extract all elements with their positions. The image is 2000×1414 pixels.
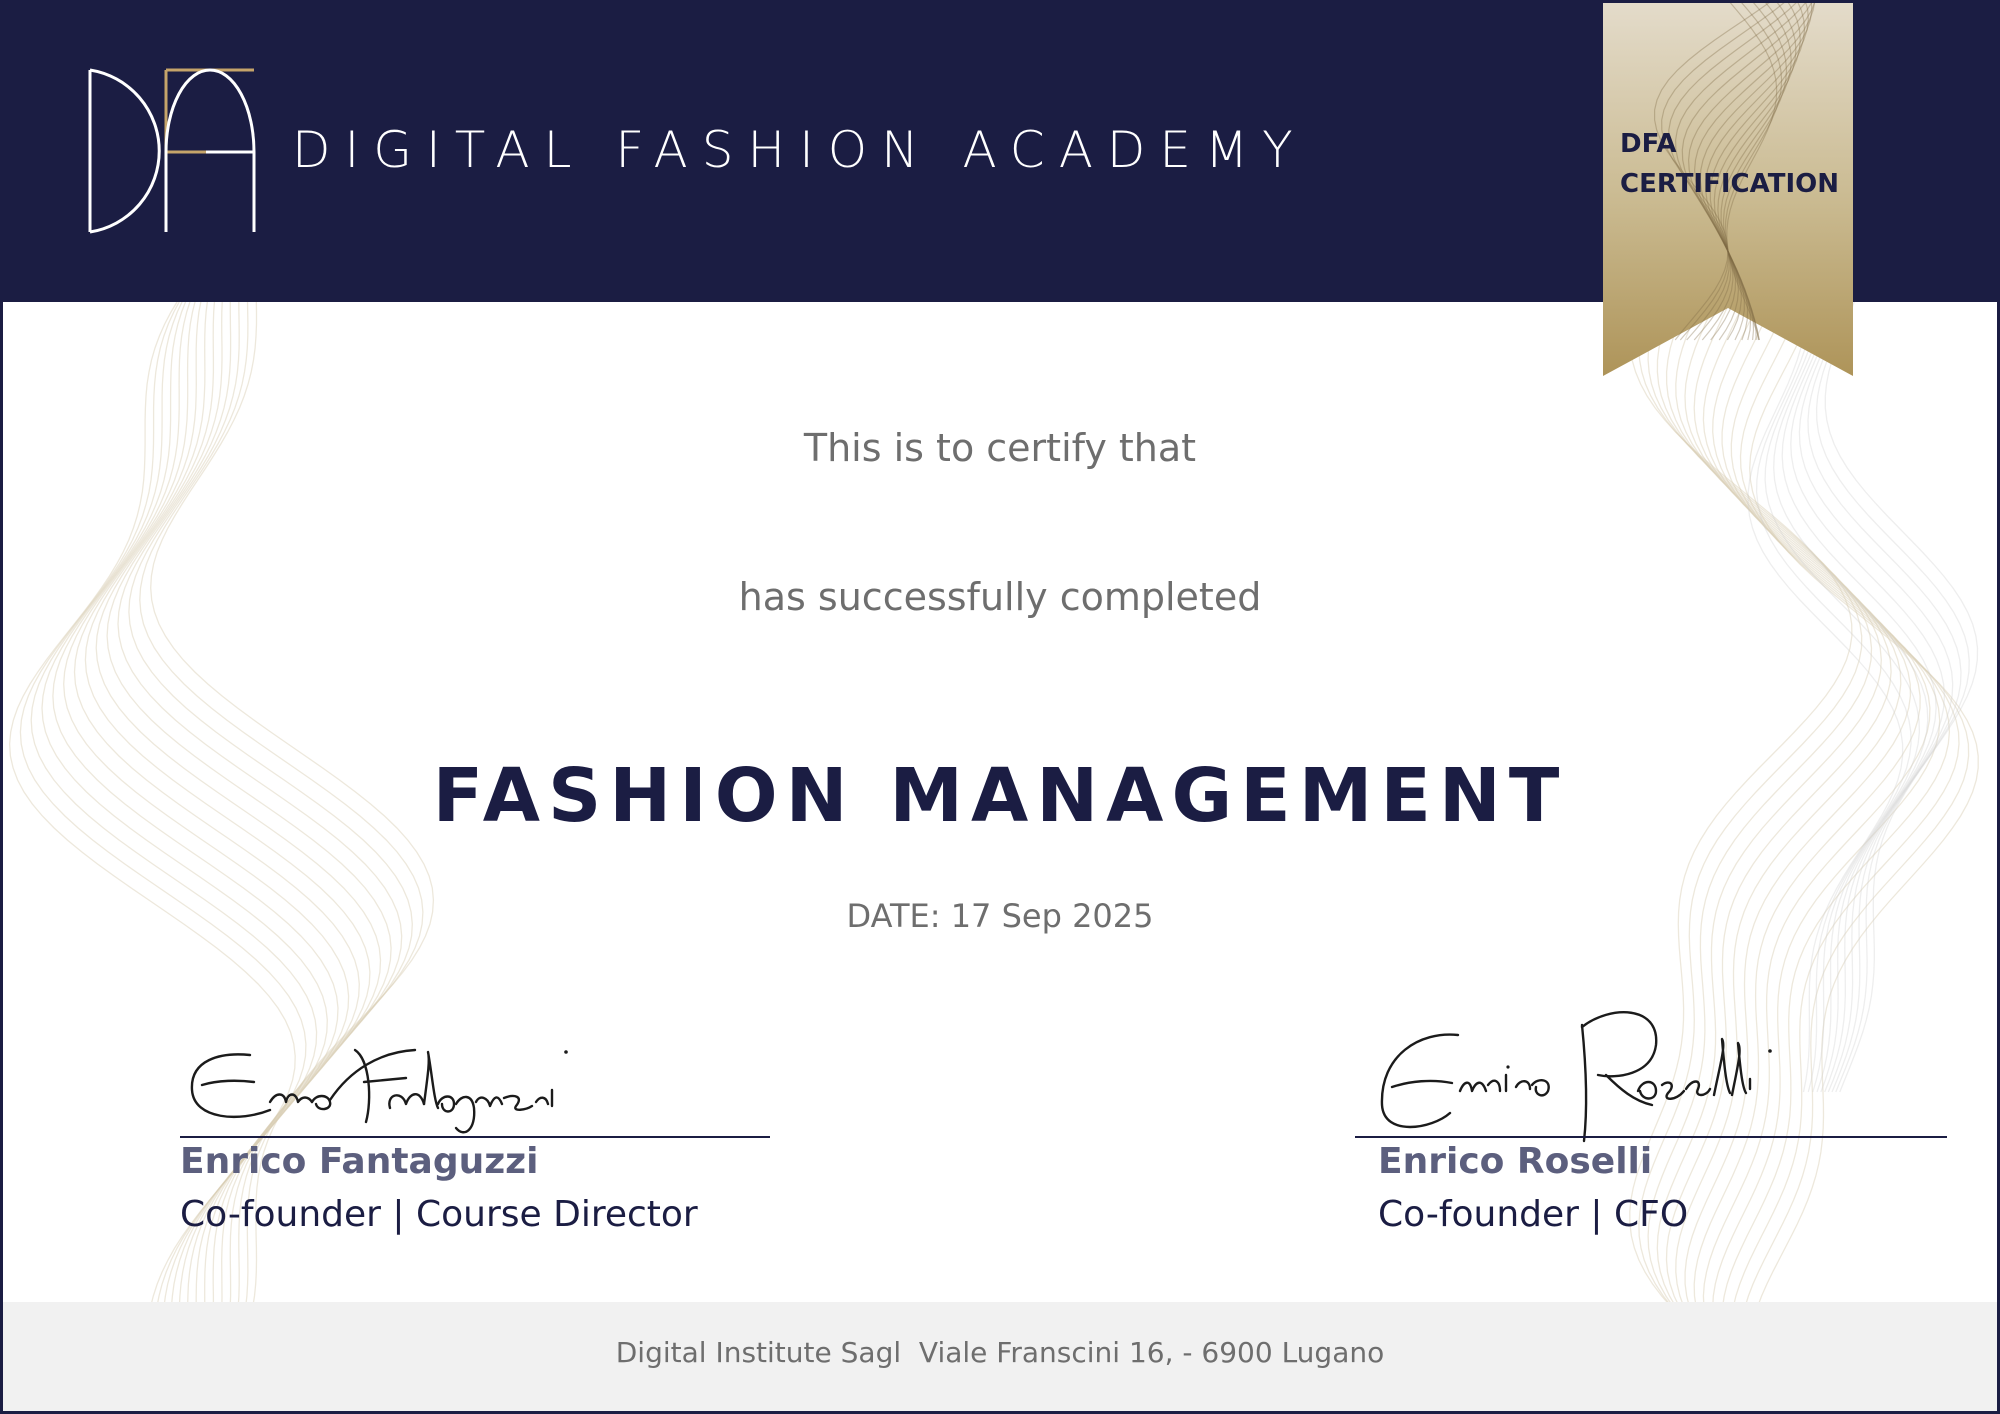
certify-statement: This is to certify that xyxy=(803,426,1197,470)
footer-address: Digital Institute Sagl Viale Franscini 1… xyxy=(615,1336,1385,1369)
completion-date: DATE: 17 Sep 2025 xyxy=(846,897,1154,935)
footer-bar: Digital Institute Sagl Viale Franscini 1… xyxy=(3,1302,1997,1411)
signer-role-right: Co-founder | CFO xyxy=(1378,1194,1689,1235)
badge-label-certification: CERTIFICATION xyxy=(1620,169,1839,199)
course-title: FASHION MANAGEMENT xyxy=(432,753,1568,839)
signer-name-left: Enrico Fantaguzzi xyxy=(180,1141,539,1182)
badge-label-dfa: DFA xyxy=(1620,129,1677,159)
dfa-monogram-logo-icon xyxy=(88,68,256,234)
handwritten-signature-left xyxy=(190,1048,568,1134)
signer-role-left: Co-founder | Course Director xyxy=(180,1194,698,1235)
signature-line-left xyxy=(180,1136,770,1138)
completion-statement: has successfully completed xyxy=(738,575,1262,619)
signer-name-right: Enrico Roselli xyxy=(1378,1141,1653,1182)
signature-line-right xyxy=(1355,1136,1947,1138)
certificate: DIGITAL FASHION ACADEMY DFA CERTIFICATIO… xyxy=(0,0,2000,1414)
academy-name: DIGITAL FASHION ACADEMY xyxy=(292,121,1307,179)
handwritten-signature-right xyxy=(1380,1011,1772,1143)
